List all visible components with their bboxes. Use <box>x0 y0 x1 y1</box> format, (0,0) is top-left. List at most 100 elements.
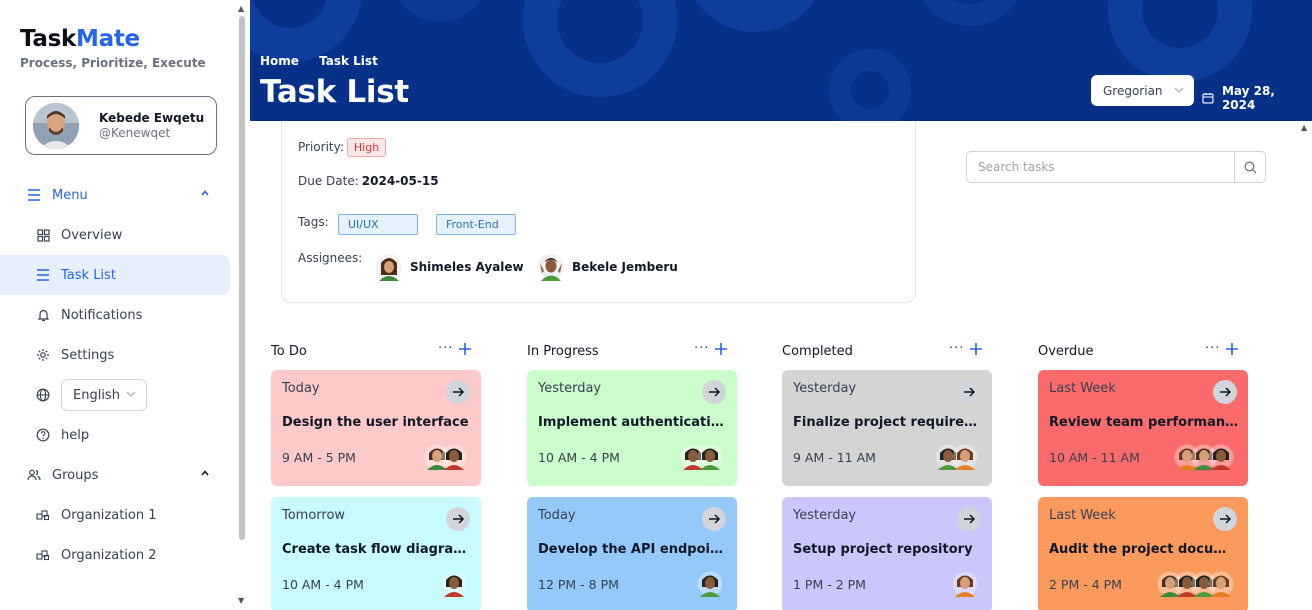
task-card[interactable]: Last Week Review team performance 10 AM - … <box>1038 370 1248 486</box>
task-card[interactable]: Yesterday Finalize project requirements 9 … <box>782 370 992 486</box>
task-card[interactable]: Today Design the user interface 9 AM - 5 P… <box>271 370 481 486</box>
search-button[interactable] <box>1234 152 1265 182</box>
arrow-right-icon[interactable] <box>957 380 981 404</box>
scrollbar-thumb[interactable] <box>239 16 245 540</box>
sidebar-item-label: Settings <box>61 347 115 363</box>
org-icon <box>36 548 50 562</box>
arrow-right-icon[interactable] <box>446 507 470 531</box>
avatar <box>952 444 978 470</box>
language-value: English <box>73 387 120 403</box>
menu-label: Menu <box>52 187 88 203</box>
add-task-icon[interactable] <box>1225 342 1239 356</box>
task-card[interactable]: Yesterday Setup project repository 1 PM - … <box>782 497 992 610</box>
avatar <box>952 571 978 597</box>
sidebar-item-settings[interactable]: Settings <box>0 335 230 375</box>
task-assignees <box>1174 444 1234 474</box>
task-name: Setup project repository <box>793 542 973 557</box>
search-input[interactable] <box>967 152 1235 182</box>
sidebar-item-label: Organization 2 <box>61 547 157 563</box>
column-header: Overdue ··· <box>1038 341 1248 360</box>
task-card[interactable]: Today Develop the API endpoints 12 PM - 8 … <box>527 497 737 610</box>
org-icon <box>36 508 50 522</box>
task-name: Design the user interface <box>282 415 469 430</box>
task-card[interactable]: Last Week Audit the project documentation… <box>1038 497 1248 610</box>
due-date-value: 2024-05-15 <box>361 174 439 188</box>
task-assignees <box>935 444 978 474</box>
globe-icon <box>36 388 50 402</box>
breadcrumb-home[interactable]: Home <box>260 54 299 68</box>
chevron-up-icon <box>201 190 209 196</box>
calendar-icon <box>1202 93 1214 104</box>
add-task-icon[interactable] <box>458 342 472 356</box>
sidebar-item-label: help <box>61 427 90 443</box>
more-options-icon[interactable]: ··· <box>1205 341 1220 356</box>
menu-toggle[interactable]: Menu <box>0 175 230 215</box>
task-time: 1 PM - 2 PM <box>793 577 866 592</box>
sidebar-item-help[interactable]: help <box>0 415 230 455</box>
task-assignees <box>441 571 467 601</box>
arrow-right-icon[interactable] <box>957 507 981 531</box>
scroll-up-icon[interactable]: ▲ <box>238 4 244 13</box>
task-when: Today <box>538 508 576 523</box>
profile-card[interactable]: Kebede Ewqetu @Kenewqet <box>25 96 217 155</box>
calendar-type-select[interactable]: Gregorian <box>1091 75 1194 106</box>
arrow-right-icon[interactable] <box>702 380 726 404</box>
column-title: To Do <box>271 344 307 359</box>
task-card[interactable]: Yesterday Implement authentication system… <box>527 370 737 486</box>
avatar <box>697 571 723 597</box>
sidebar-scrollbar[interactable]: ▲ ▼ <box>237 0 250 610</box>
more-options-icon[interactable]: ··· <box>438 341 453 356</box>
tag-chip[interactable]: UI/UX <box>338 214 418 235</box>
sidebar-item-label: Organization 1 <box>61 507 157 523</box>
task-time: 10 AM - 4 PM <box>538 450 620 465</box>
priority-label: Priority: <box>298 140 344 154</box>
arrow-right-icon[interactable] <box>446 380 470 404</box>
bell-icon <box>36 308 50 322</box>
add-task-icon[interactable] <box>714 342 728 356</box>
sidebar-item-label: Task List <box>61 267 116 283</box>
groups-toggle[interactable]: Groups <box>0 455 230 495</box>
language-select[interactable]: English <box>61 379 147 411</box>
brand-logo: TaskMate <box>20 26 140 52</box>
date-value: May 28, 2024 <box>1221 84 1275 112</box>
sidebar-item-overview[interactable]: Overview <box>0 215 230 255</box>
task-when: Yesterday <box>538 381 602 396</box>
arrow-right-icon[interactable] <box>1213 507 1237 531</box>
sidebar-item-label: Notifications <box>61 307 143 323</box>
list-icon <box>36 268 50 282</box>
current-date: May 28, 2024 <box>1202 84 1312 112</box>
arrow-right-icon[interactable] <box>702 507 726 531</box>
sidebar-item-organization-2[interactable]: Organization 2 <box>0 535 230 575</box>
avatar <box>538 254 564 281</box>
main-scrollbar[interactable]: ▲ <box>1298 121 1312 610</box>
sidebar-item-task-list[interactable]: Task List <box>0 255 230 295</box>
language-row: English <box>0 375 230 415</box>
assignees-label: Assignees: <box>298 251 363 265</box>
scroll-up-icon[interactable]: ▲ <box>1301 123 1307 132</box>
add-task-icon[interactable] <box>969 342 983 356</box>
task-card[interactable]: Tomorrow Create task flow diagrams 10 AM -… <box>271 497 481 610</box>
due-date-row: Due Date: 2024-05-15 <box>298 174 439 188</box>
profile-name: Kebede Ewqetu <box>99 111 205 125</box>
task-name: Audit the project documentation <box>1049 542 1239 557</box>
sidebar-item-notifications[interactable]: Notifications <box>0 295 230 335</box>
more-options-icon[interactable]: ··· <box>949 341 964 356</box>
task-time: 10 AM - 11 AM <box>1049 450 1140 465</box>
chevron-down-icon <box>1174 87 1184 93</box>
column-title: Completed <box>782 344 853 359</box>
due-date-label: Due Date: <box>298 174 359 188</box>
tags-label: Tags: <box>298 215 329 229</box>
tag-chip[interactable]: Front-End <box>436 214 516 235</box>
sidebar-item-organization-1[interactable]: Organization 1 <box>0 495 230 535</box>
assignee[interactable]: Bekele Jemberu <box>537 253 678 281</box>
task-when: Yesterday <box>793 508 857 523</box>
avatar <box>441 571 467 597</box>
scroll-down-icon[interactable]: ▼ <box>238 596 244 605</box>
more-options-icon[interactable]: ··· <box>694 341 709 356</box>
help-icon <box>36 428 50 442</box>
task-when: Today <box>282 381 320 396</box>
task-assignees <box>1157 571 1234 601</box>
assignee[interactable]: Shimeles Ayalew <box>375 253 524 281</box>
task-when: Last Week <box>1049 508 1116 523</box>
arrow-right-icon[interactable] <box>1213 380 1237 404</box>
